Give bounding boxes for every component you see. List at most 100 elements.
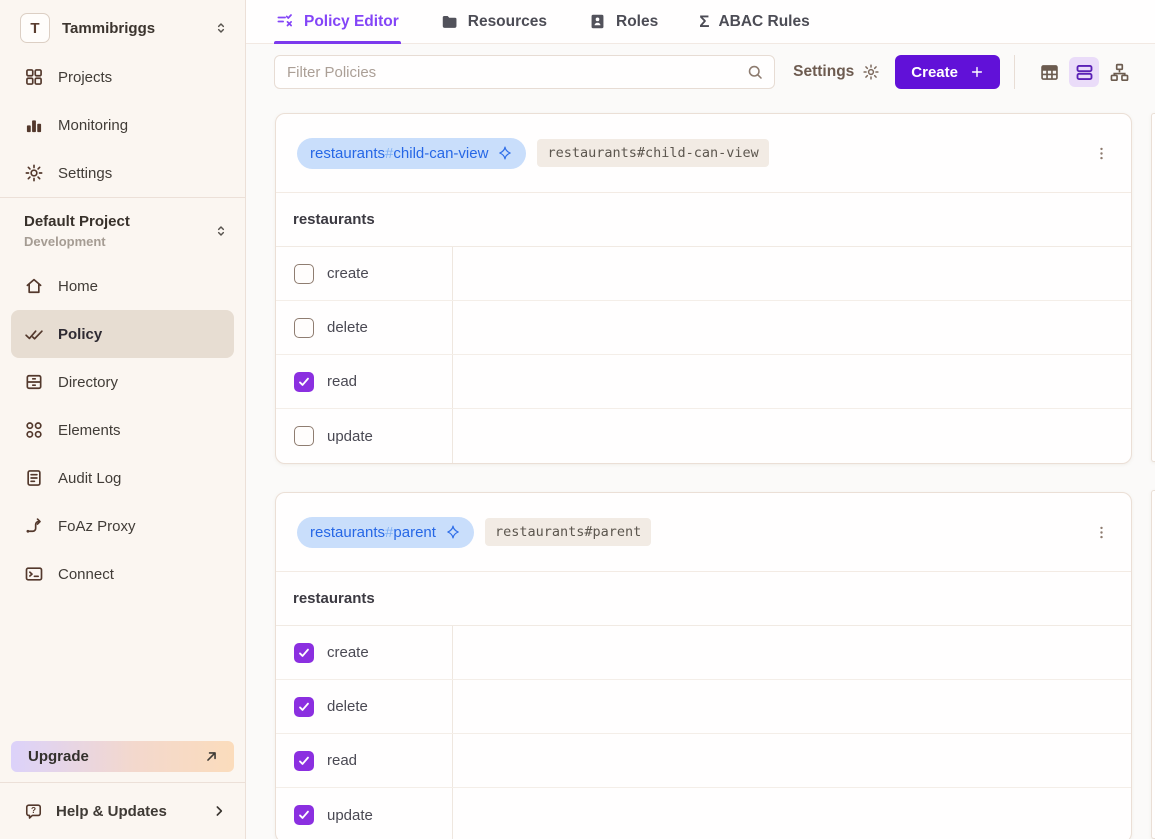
sigma-icon: Σ — [699, 13, 709, 30]
sidebar-item-label: Projects — [58, 69, 112, 86]
svg-text:?: ? — [31, 805, 36, 815]
tab-label: Resources — [468, 13, 547, 31]
action-checkbox[interactable] — [294, 372, 314, 392]
action-label: update — [327, 428, 373, 445]
terminal-icon — [24, 564, 44, 584]
gear-icon — [862, 63, 880, 81]
action-checkbox[interactable] — [294, 697, 314, 717]
action-row-read: read — [276, 355, 1131, 409]
role-badge[interactable]: restaurants#parent — [297, 517, 474, 548]
chevron-updown-icon — [213, 223, 229, 239]
sidebar-item-label: Elements — [58, 422, 121, 439]
id-badge-icon — [588, 12, 607, 31]
double-check-icon — [24, 324, 44, 344]
sidebar-item-label: FoAz Proxy — [58, 518, 136, 535]
sidebar-item-label: Home — [58, 278, 98, 295]
create-label: Create — [911, 64, 958, 81]
policy-toolbar: Settings Create — [246, 44, 1155, 100]
action-checkbox[interactable] — [294, 805, 314, 825]
sidebar-item-elements[interactable]: Elements — [11, 406, 234, 454]
sidebar-item-label: Directory — [58, 374, 118, 391]
role-sparkle-icon — [445, 524, 461, 540]
action-label: read — [327, 373, 357, 390]
help-updates-label: Help & Updates — [56, 803, 167, 820]
table-view-button[interactable] — [1034, 57, 1064, 87]
sidebar-item-label: Audit Log — [58, 470, 121, 487]
create-button[interactable]: Create — [895, 55, 1000, 89]
action-row-delete: delete — [276, 301, 1131, 355]
action-label: update — [327, 807, 373, 824]
policy-card-list: restaurants#child-can-view restaurants#c… — [246, 100, 1155, 839]
action-checkbox[interactable] — [294, 751, 314, 771]
folder-icon — [440, 12, 459, 31]
action-row-create: create — [276, 247, 1131, 301]
sidebar-item-label: Monitoring — [58, 117, 128, 134]
action-checkbox[interactable] — [294, 426, 314, 446]
project-name: Default Project — [24, 213, 130, 230]
help-bubble-icon: ? — [24, 802, 43, 821]
sidebar-item-monitoring[interactable]: Monitoring — [11, 101, 234, 149]
toolbar-divider — [1014, 55, 1015, 89]
project-nav: Home Policy Directory Elements — [0, 262, 245, 598]
sidebar-item-policy[interactable]: Policy — [11, 310, 234, 358]
sidebar-item-home[interactable]: Home — [11, 262, 234, 310]
org-name: Tammibriggs — [62, 20, 155, 37]
app-root: T Tammibriggs Projects Monitoring — [0, 0, 1155, 839]
resource-header: restaurants — [276, 572, 1131, 626]
list-check-icon — [276, 12, 295, 31]
tab-label: Policy Editor — [304, 13, 399, 31]
sidebar-item-foaz-proxy[interactable]: FoAz Proxy — [11, 502, 234, 550]
sidebar-item-label: Policy — [58, 326, 102, 343]
tab-label: Roles — [616, 13, 658, 31]
role-key-tag: restaurants#child-can-view — [537, 139, 768, 167]
role-key-tag: restaurants#parent — [485, 518, 651, 546]
chevron-updown-icon — [213, 20, 229, 36]
home-icon — [24, 276, 44, 296]
action-checkbox[interactable] — [294, 318, 314, 338]
role-sparkle-icon — [497, 145, 513, 161]
tab-resources[interactable]: Resources — [438, 0, 549, 44]
filter-policies-input[interactable] — [274, 55, 775, 89]
action-label: delete — [327, 319, 368, 336]
search-icon — [746, 63, 764, 81]
sidebar-item-connect[interactable]: Connect — [11, 550, 234, 598]
avatar: T — [20, 13, 50, 43]
environment-name: Development — [24, 234, 130, 249]
help-updates-button[interactable]: ? Help & Updates — [0, 783, 245, 839]
tab-policy-editor[interactable]: Policy Editor — [274, 0, 401, 44]
policy-settings-button[interactable]: Settings — [793, 63, 880, 81]
sidebar-item-audit-log[interactable]: Audit Log — [11, 454, 234, 502]
offscreen-card-edge — [1151, 490, 1155, 839]
offscreen-card-edge — [1151, 113, 1155, 462]
tab-label: ABAC Rules — [718, 13, 809, 31]
settings-label: Settings — [793, 63, 854, 81]
card-menu-button[interactable] — [1087, 139, 1115, 167]
upgrade-label: Upgrade — [28, 748, 89, 765]
resource-header: restaurants — [276, 193, 1131, 247]
policy-card-parent: restaurants#parent restaurants#parent re… — [275, 492, 1132, 839]
action-checkbox[interactable] — [294, 264, 314, 284]
circles-grid-icon — [24, 420, 44, 440]
hierarchy-view-button[interactable] — [1104, 57, 1134, 87]
sidebar-item-label: Connect — [58, 566, 114, 583]
sidebar-item-settings[interactable]: Settings — [11, 149, 234, 197]
upgrade-button[interactable]: Upgrade — [11, 741, 234, 772]
role-badge[interactable]: restaurants#child-can-view — [297, 138, 526, 169]
rows-view-button[interactable] — [1069, 57, 1099, 87]
sidebar-item-directory[interactable]: Directory — [11, 358, 234, 406]
main-panel: Policy Editor Resources Roles Σ ABAC Rul… — [246, 0, 1155, 839]
chevron-right-icon — [211, 803, 227, 819]
org-switcher[interactable]: T Tammibriggs — [20, 11, 229, 45]
action-row-create: create — [276, 626, 1131, 680]
policy-card-child-can-view: restaurants#child-can-view restaurants#c… — [275, 113, 1132, 464]
sidebar-item-projects[interactable]: Projects — [11, 53, 234, 101]
action-label: create — [327, 644, 369, 661]
action-checkbox[interactable] — [294, 643, 314, 663]
action-row-read: read — [276, 734, 1131, 788]
project-switcher[interactable]: Default Project Development — [0, 198, 245, 262]
tab-abac-rules[interactable]: Σ ABAC Rules — [697, 0, 812, 44]
sidebar-item-label: Settings — [58, 165, 112, 182]
action-label: create — [327, 265, 369, 282]
tab-roles[interactable]: Roles — [586, 0, 660, 44]
card-menu-button[interactable] — [1087, 518, 1115, 546]
